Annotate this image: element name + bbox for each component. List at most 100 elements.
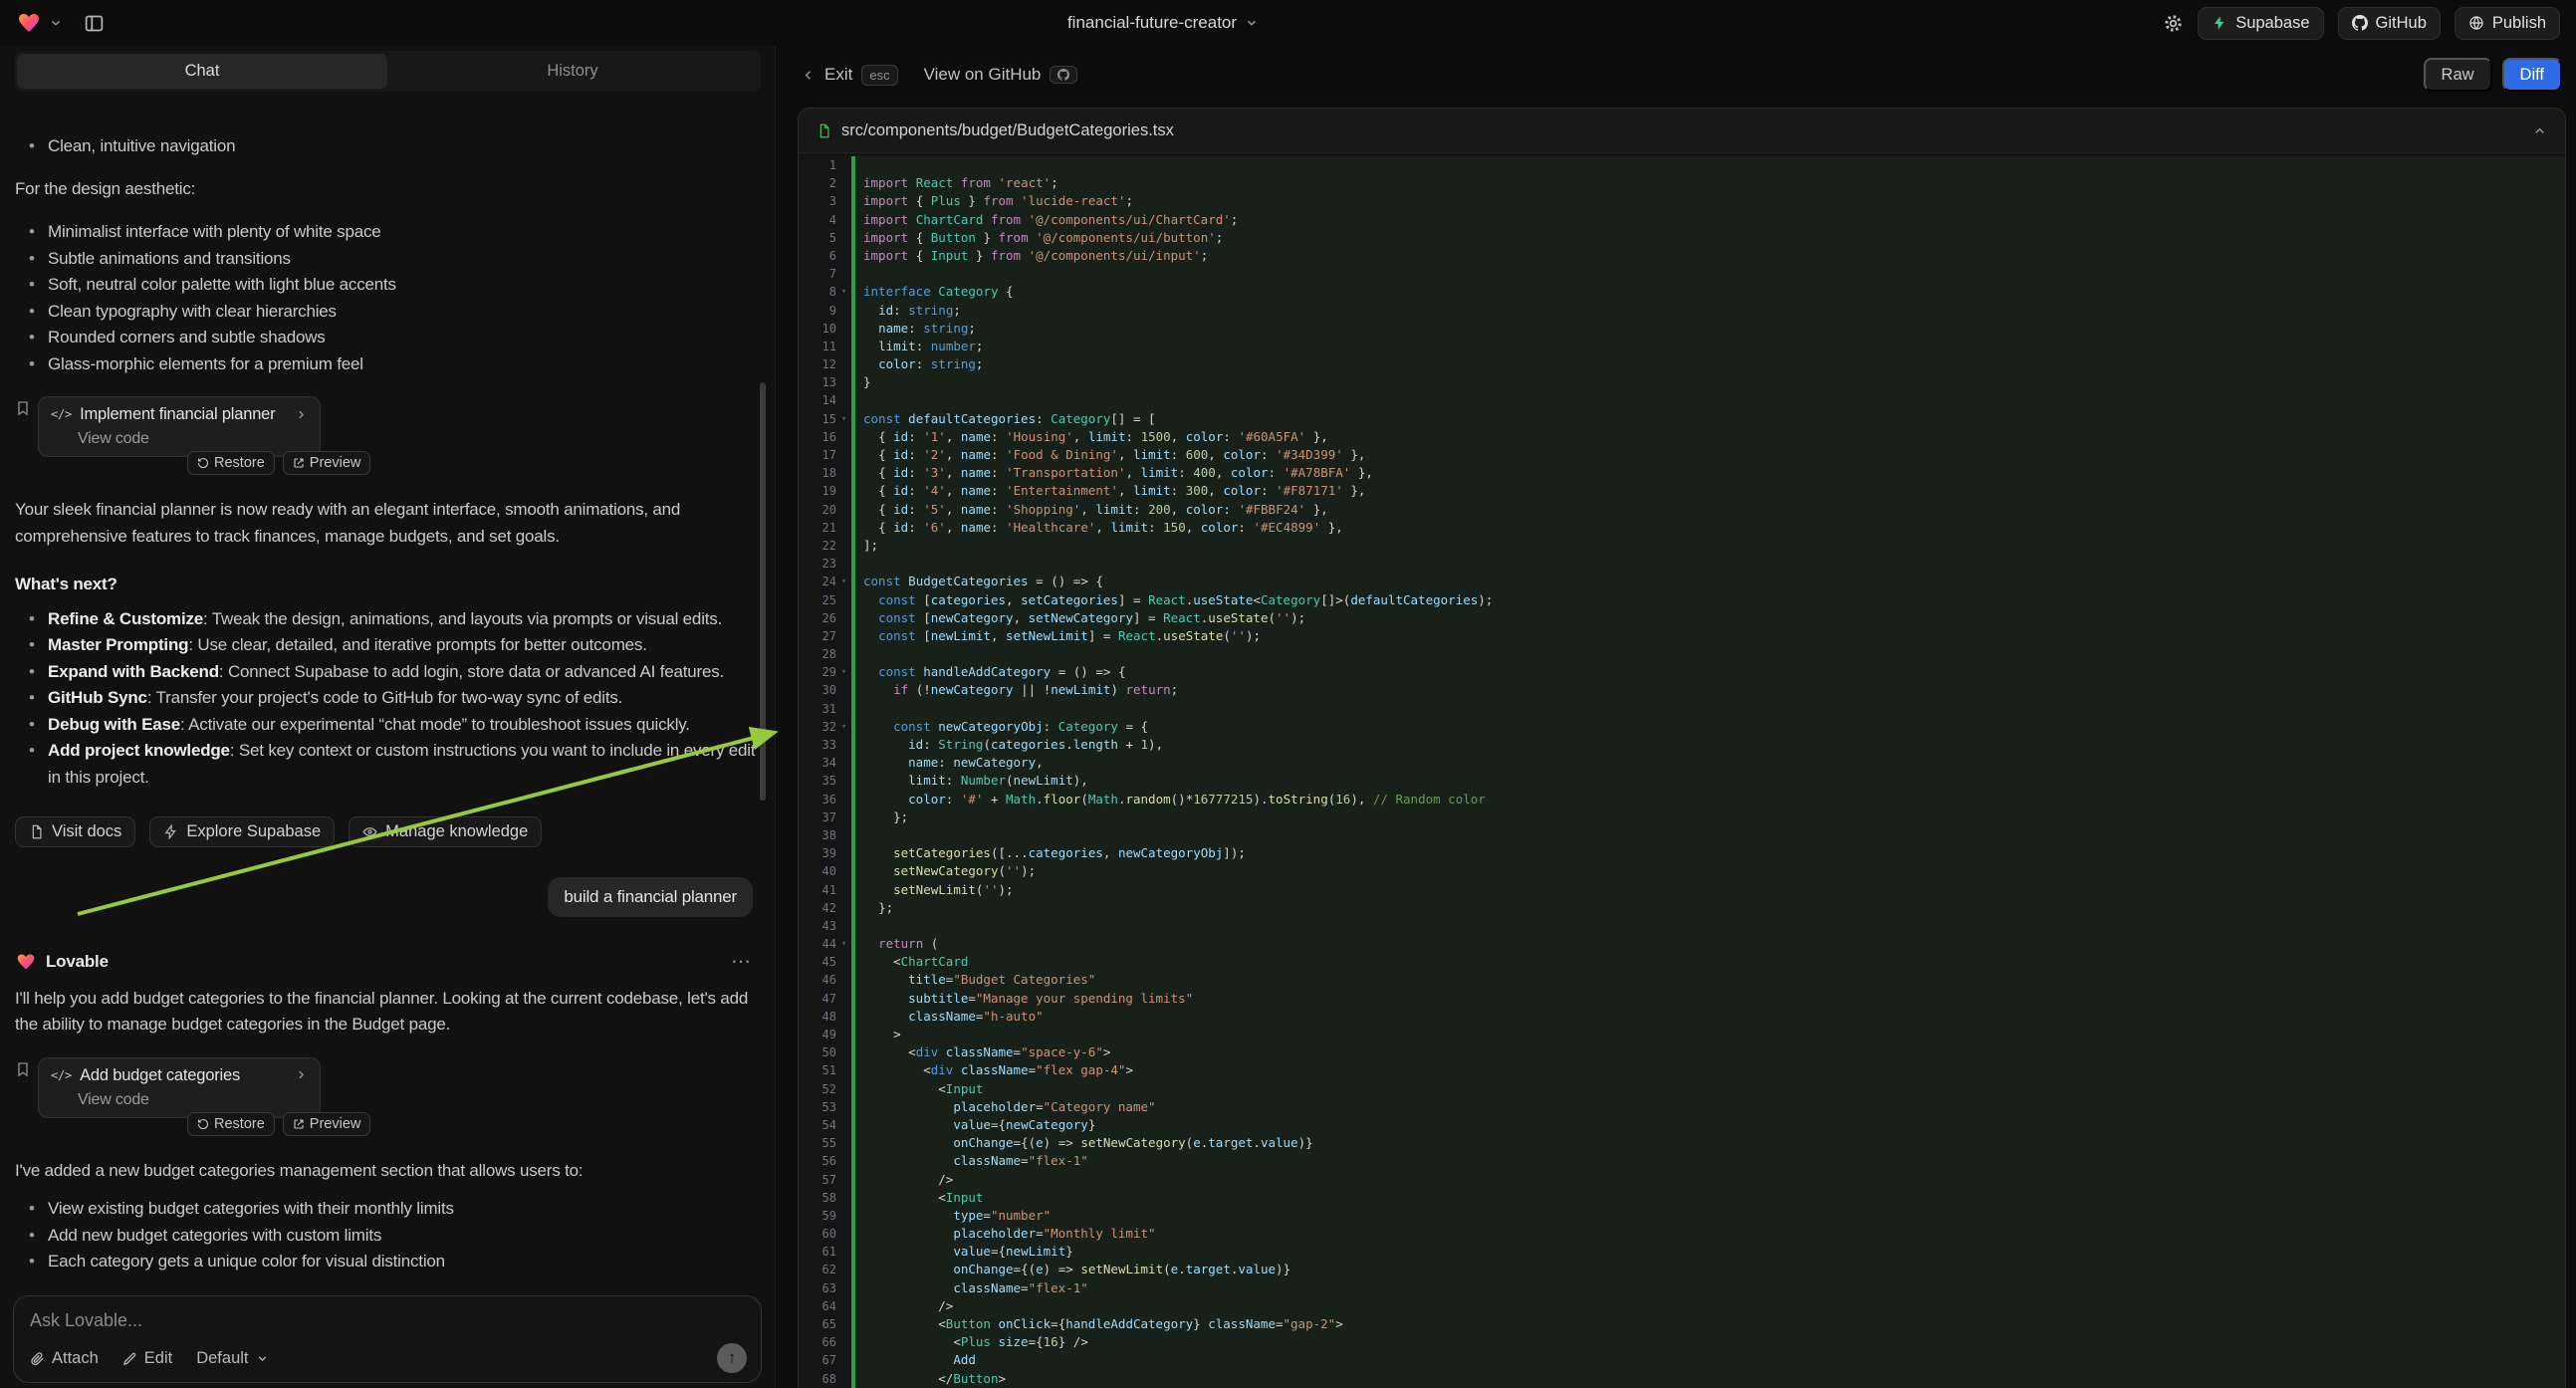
visit-docs-button[interactable]: Visit docs [15, 816, 135, 847]
line-number: 61 [799, 1243, 836, 1261]
fold-indicator [836, 1043, 851, 1061]
code-text: Add [855, 1351, 2565, 1369]
file-header[interactable]: src/components/budget/BudgetCategories.t… [799, 109, 2565, 153]
fold-indicator[interactable]: ▾ [836, 410, 851, 428]
fold-indicator [836, 320, 851, 338]
line-number: 58 [799, 1189, 836, 1207]
code-text: className="flex-1" [855, 1279, 2565, 1297]
bookmark-icon[interactable] [15, 400, 31, 416]
fold-indicator [836, 265, 851, 283]
code-line-33: 33 id: String(categories.length + 1), [799, 736, 2565, 754]
code-line-62: 62 onChange={(e) => setNewLimit(e.target… [799, 1261, 2565, 1278]
tab-history[interactable]: History [387, 54, 758, 89]
code-line-59: 59 type="number" [799, 1207, 2565, 1225]
code-viewer: Exit esc View on GitHub Raw Diff src/com… [777, 46, 2576, 1388]
collapse-file-button[interactable] [2532, 123, 2547, 138]
code-line-39: 39 setCategories([...categories, newCate… [799, 844, 2565, 862]
fold-indicator [836, 1261, 851, 1278]
code-line-23: 23 [799, 555, 2565, 573]
code-line-45: 45 <ChartCard [799, 953, 2565, 971]
code-line-47: 47 subtitle="Manage your spending limits… [799, 990, 2565, 1008]
line-number: 28 [799, 645, 836, 663]
sidebar-toggle-button[interactable] [84, 13, 105, 34]
code-line-9: 9 id: string; [799, 302, 2565, 320]
raw-toggle-button[interactable]: Raw [2424, 58, 2492, 92]
code-line-18: 18 { id: '3', name: 'Transportation', li… [799, 464, 2565, 482]
edit-mode-button[interactable]: Edit [122, 1349, 172, 1368]
exit-button[interactable]: Exit esc [801, 65, 898, 86]
fold-indicator [836, 1171, 851, 1189]
chat-input[interactable] [30, 1310, 745, 1331]
code-text: { id: '1', name: 'Housing', limit: 1500,… [855, 428, 2565, 446]
restore-button[interactable]: Restore [187, 1112, 275, 1136]
code-line-7: 7 [799, 265, 2565, 283]
code-text: onChange={(e) => setNewLimit(e.target.va… [855, 1261, 2565, 1278]
code-text: const [categories, setCategories] = Reac… [855, 591, 2565, 609]
code-line-51: 51 <div className="flex gap-4"> [799, 1061, 2565, 1079]
code-line-34: 34 name: newCategory, [799, 754, 2565, 772]
design-bullet-list: Minimalist interface with plenty of whit… [15, 219, 759, 377]
line-number: 10 [799, 320, 836, 338]
line-number: 1 [799, 156, 836, 174]
edit-card-implement-financial-planner[interactable]: </> Implement financial planner View cod… [38, 396, 321, 457]
chat-mode-selector[interactable]: Default [196, 1349, 268, 1368]
publish-button[interactable]: Publish [2455, 7, 2560, 40]
restore-button[interactable]: Restore [187, 451, 275, 475]
fold-indicator [836, 1207, 851, 1225]
code-text: limit: Number(newLimit), [855, 772, 2565, 790]
code-text: name: string; [855, 320, 2565, 338]
fold-indicator[interactable]: ▾ [836, 935, 851, 953]
bookmark-icon[interactable] [15, 1061, 31, 1077]
supabase-button[interactable]: Supabase [2198, 7, 2323, 40]
chat-message-list[interactable]: Clean, intuitive navigation For the desi… [0, 131, 775, 1288]
next-step-item: Expand with Backend: Connect Supabase to… [15, 659, 759, 686]
bullet-item: Clean typography with clear hierarchies [15, 299, 759, 326]
github-button[interactable]: GitHub [2338, 7, 2441, 40]
code-text: import React from 'react'; [855, 174, 2565, 192]
line-number: 9 [799, 302, 836, 320]
explore-supabase-button[interactable]: Explore Supabase [149, 816, 335, 847]
code-line-22: 22]; [799, 537, 2565, 555]
code-line-16: 16 { id: '1', name: 'Housing', limit: 15… [799, 428, 2565, 446]
view-code-link[interactable]: View code [78, 429, 308, 448]
fold-indicator [836, 174, 851, 192]
project-switcher[interactable]: financial-future-creator [1067, 13, 1259, 33]
preview-button[interactable]: Preview [283, 451, 371, 475]
lovable-logo-icon [16, 11, 42, 35]
more-options-button[interactable]: ⋯ [731, 949, 759, 976]
code-text: > [855, 1026, 2565, 1043]
chevron-left-icon [801, 68, 816, 83]
fold-indicator[interactable]: ▾ [836, 283, 851, 301]
line-number: 12 [799, 355, 836, 373]
code-line-36: 36 color: '#' + Math.floor(Math.random()… [799, 791, 2565, 809]
chat-scrollbar[interactable] [760, 382, 766, 801]
workspace-menu[interactable] [16, 11, 105, 35]
fold-indicator[interactable]: ▾ [836, 718, 851, 736]
fold-indicator [836, 1152, 851, 1170]
line-number: 43 [799, 917, 836, 935]
code-line-42: 42 }; [799, 899, 2565, 917]
send-button[interactable]: ↑ [717, 1343, 747, 1373]
globe-icon [2468, 15, 2484, 31]
fold-indicator [836, 1008, 851, 1026]
supabase-bolt-icon [2212, 15, 2227, 31]
fold-indicator [836, 1243, 851, 1261]
line-number: 68 [799, 1370, 836, 1388]
code-text: { id: '2', name: 'Food & Dining', limit:… [855, 446, 2565, 464]
code-line-46: 46 title="Budget Categories" [799, 971, 2565, 989]
edit-card-add-budget-categories[interactable]: </> Add budget categories View code [38, 1057, 321, 1118]
diff-toggle-button[interactable]: Diff [2502, 58, 2562, 92]
code-lines[interactable]: 1 2import React from 'react';3import { P… [799, 154, 2565, 1388]
settings-button[interactable] [2163, 13, 2184, 34]
tab-chat[interactable]: Chat [17, 54, 387, 89]
manage-knowledge-button[interactable]: Manage knowledge [349, 816, 542, 847]
fold-indicator[interactable]: ▾ [836, 573, 851, 590]
view-on-github-button[interactable]: View on GitHub [924, 65, 1078, 85]
preview-button[interactable]: Preview [283, 1112, 371, 1136]
attach-button[interactable]: Attach [30, 1349, 99, 1368]
code-icon: </> [51, 404, 72, 424]
fold-indicator [836, 1315, 851, 1333]
fold-indicator[interactable]: ▾ [836, 663, 851, 681]
view-code-link[interactable]: View code [78, 1090, 308, 1109]
added-bullet-list: View existing budget categories with the… [15, 1196, 759, 1275]
